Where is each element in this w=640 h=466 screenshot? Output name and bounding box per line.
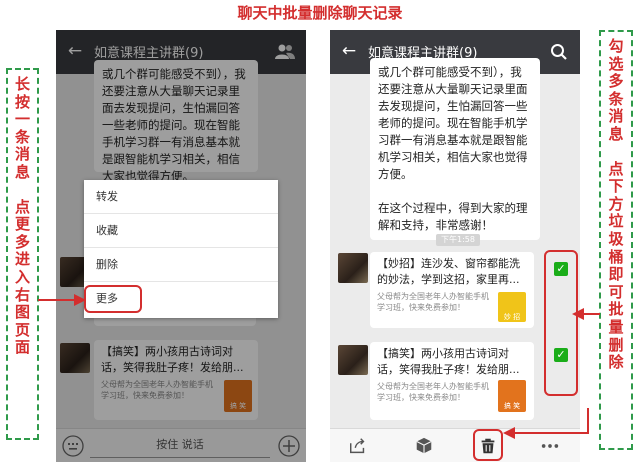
timestamp: 下午1:58 — [436, 234, 480, 246]
instruction-char: 量 — [608, 317, 624, 336]
instruction-char: 即 — [608, 265, 624, 284]
instruction-char: 圾 — [608, 229, 624, 248]
instruction-char: 图 — [14, 303, 30, 322]
instruction-char: 进 — [14, 250, 30, 269]
left-pointer-arrow — [74, 294, 86, 306]
left-phone-screen: ← 如意课程主讲群(9) 或几个群可能感受不到），我还要注意从大量聊天记录里面去… — [56, 30, 306, 462]
back-arrow-icon[interactable]: ← — [338, 40, 360, 62]
avatar — [338, 345, 368, 375]
instruction-char: 一 — [14, 110, 30, 129]
share-icon[interactable] — [348, 436, 368, 456]
instruction-char: 批 — [608, 300, 624, 319]
card-title: 【妙招】连沙发、窗帘都能洗的妙法，学到这招，家里再... — [377, 257, 520, 286]
right-pointer-arrow-checks — [572, 308, 584, 320]
instruction-char: 删 — [608, 335, 624, 354]
instruction-char: 除 — [608, 353, 624, 372]
more-highlight — [84, 285, 142, 313]
instruction-char: 条 — [14, 127, 30, 146]
instruction-char: 面 — [14, 338, 30, 357]
message-text: 或几个群可能感受不到），我还要注意从大量聊天记录里面去发现提问，生怕漏回答一些老… — [378, 65, 528, 181]
cube-icon[interactable] — [414, 436, 434, 456]
message-text-second: 在这个过程中，得到大家的理解和支持，非常感谢！ — [378, 201, 528, 232]
right-pointer-line-trash — [514, 432, 589, 434]
instruction-gap — [601, 144, 631, 161]
instruction-char: 多 — [14, 232, 30, 251]
avatar — [338, 253, 368, 283]
instruction-char: 可 — [608, 282, 624, 301]
instruction-char: 息 — [14, 162, 30, 181]
instruction-char: 点 — [608, 159, 624, 178]
right-pointer-arrow-trash — [503, 427, 515, 439]
instruction-char: 右 — [14, 285, 30, 304]
more-dots-icon[interactable] — [540, 436, 560, 456]
checkbox-highlight — [544, 250, 578, 396]
instruction-char: 按 — [14, 92, 30, 111]
trash-highlight — [473, 429, 503, 461]
instruction-char: 选 — [608, 54, 624, 73]
instruction-char: 下 — [608, 177, 624, 196]
left-pointer-line — [38, 299, 74, 301]
instruction-char: 长 — [14, 75, 30, 93]
card-title: 【搞笑】两小孩用古诗词对话，笑得我肚子疼！发给朋... — [377, 347, 520, 376]
instruction-char: 消 — [14, 145, 30, 164]
left-instruction: 长按一条消息点更多进入右图页面 — [6, 68, 39, 440]
instruction-char: 页 — [14, 320, 30, 339]
instruction-char: 垃 — [608, 212, 624, 231]
instruction-char: 消 — [608, 107, 624, 126]
instruction-gap — [8, 182, 37, 199]
right-phone-screen: ← 如意课程主讲群(9) 或几个群可能感受不到），我还要注意从大量聊天记录里面去… — [330, 30, 580, 462]
card-description: 父母帮为全国老年人办智能手机学习班，快来免费参加！ — [377, 292, 489, 312]
right-pointer-line-trash-vertical — [587, 408, 589, 434]
card-description: 父母帮为全国老年人办智能手机学习班，快来免费参加！ — [377, 382, 489, 402]
instruction-char: 方 — [608, 194, 624, 213]
menu-item-favorite[interactable]: 收藏 — [84, 214, 278, 248]
message-bubble[interactable]: 或几个群可能感受不到），我还要注意从大量聊天记录里面去发现提问，生怕漏回答一些老… — [370, 58, 540, 240]
page-title: 聊天中批量删除聊天记录 — [237, 4, 403, 22]
right-pointer-line-checks — [584, 313, 600, 315]
instruction-char: 更 — [14, 215, 30, 234]
instruction-char: 勾 — [608, 37, 624, 55]
card-thumbnail: 妙 招 — [498, 292, 526, 322]
instruction-char: 条 — [608, 89, 624, 108]
menu-item-delete[interactable]: 删除 — [84, 248, 278, 282]
instruction-char: 息 — [608, 124, 624, 143]
instruction-char: 多 — [608, 72, 624, 91]
card-thumbnail: 搞 笑 — [498, 380, 526, 412]
instruction-char: 桶 — [608, 247, 624, 266]
instruction-char: 点 — [14, 197, 30, 216]
menu-item-forward[interactable]: 转发 — [84, 180, 278, 214]
right-instruction: 勾选多条消息点下方垃圾桶即可批量删除 — [599, 30, 633, 450]
search-icon[interactable] — [548, 41, 570, 63]
instruction-char: 入 — [14, 267, 30, 286]
